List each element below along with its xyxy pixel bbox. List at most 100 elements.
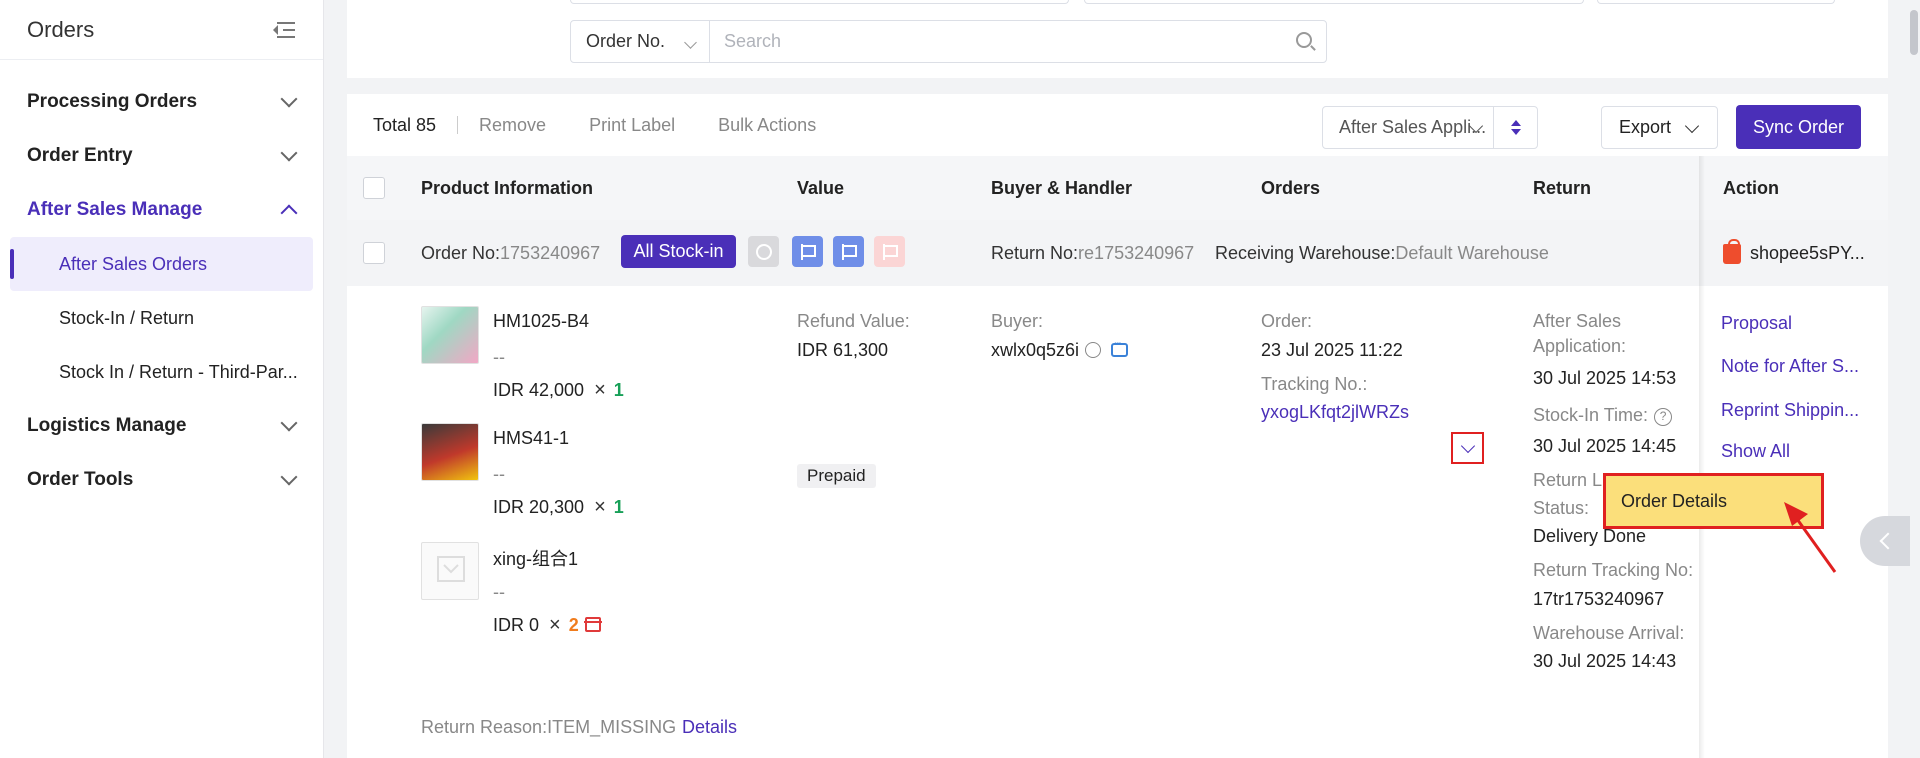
filter-field-stub[interactable] — [570, 0, 1069, 4]
side-panel-toggle[interactable] — [1860, 516, 1910, 566]
chevron-down-icon — [1684, 118, 1700, 134]
sort-desc-icon — [1510, 129, 1521, 135]
chevron-left-icon — [1879, 532, 1897, 550]
product-image[interactable] — [421, 423, 479, 481]
search-box[interactable] — [709, 20, 1327, 63]
filter-panel: Order No. — [347, 0, 1888, 78]
product-sku: HM1025-B4 — [493, 311, 590, 331]
sidebar-item-order-tools[interactable]: Order Tools — [0, 453, 323, 507]
flag-icon[interactable] — [833, 236, 864, 267]
buyer-name: xwlx0q5z6i — [991, 339, 1129, 361]
column-header-return: Return — [1533, 178, 1591, 198]
shopee-icon — [1723, 239, 1741, 264]
column-header-orders: Orders — [1261, 178, 1321, 198]
flag-icon[interactable] — [874, 236, 905, 267]
order-time: 23 Jul 2025 11:22 — [1261, 340, 1403, 360]
sidebar: Orders Processing Orders Order Entry Aft… — [0, 0, 324, 758]
select-all-checkbox[interactable] — [363, 177, 385, 199]
return-reason-details-link[interactable]: Details — [682, 717, 737, 738]
shop-name: shopee5sPY... — [1750, 243, 1865, 263]
stock-in-label: Stock-In Time:? — [1533, 405, 1673, 426]
chevron-down-icon — [1460, 438, 1475, 453]
sidebar-item-order-entry[interactable]: Order Entry — [0, 129, 323, 183]
action-column-header: Action — [1705, 156, 1888, 220]
chat-icon[interactable] — [1111, 339, 1129, 357]
sidebar-subitem-label: After Sales Orders — [59, 253, 208, 274]
refund-value: IDR 61,300 — [797, 340, 889, 360]
table-header: Product Information Value Buyer & Handle… — [347, 156, 1888, 220]
search-field-select[interactable]: Order No. — [570, 20, 710, 63]
print-label-button[interactable]: Print Label — [589, 115, 675, 136]
gift-icon — [583, 617, 602, 632]
sidebar-item-processing-orders[interactable]: Processing Orders — [0, 75, 323, 129]
help-icon[interactable]: ? — [1654, 408, 1673, 426]
search-icon[interactable] — [1296, 32, 1312, 48]
order-number: Order No:1753240967 — [421, 243, 601, 263]
scrollbar[interactable] — [1910, 10, 1918, 55]
tracking-label: Tracking No.: — [1261, 374, 1368, 394]
chevron-down-icon — [280, 144, 298, 162]
sync-order-button[interactable]: Sync Order — [1736, 105, 1861, 149]
sidebar-item-label: Order Entry — [27, 145, 133, 166]
buyer-profile-icon[interactable] — [1085, 342, 1102, 358]
sidebar-subitem-stock-in-return[interactable]: Stock-In / Return — [10, 291, 313, 345]
bulk-actions-button[interactable]: Bulk Actions — [718, 115, 816, 136]
show-all-toggle[interactable] — [1451, 432, 1484, 464]
sidebar-subitem-after-sales-orders[interactable]: After Sales Orders — [10, 237, 313, 291]
show-all-link[interactable]: Show All — [1721, 441, 1790, 462]
buyer-label: Buyer: — [991, 311, 1044, 331]
return-number: Return No:re1753240967 — [991, 243, 1195, 263]
return-logistics-status: Delivery Done — [1533, 526, 1647, 546]
toolbar-divider — [457, 116, 459, 134]
annotation-arrow-icon — [1784, 502, 1837, 573]
product-sku: xing-组合1 — [493, 549, 579, 569]
sidebar-title: Orders — [27, 16, 95, 42]
column-header-product: Product Information — [421, 178, 593, 198]
stock-in-time: 30 Jul 2025 14:45 — [1533, 436, 1677, 456]
row-checkbox[interactable] — [363, 242, 385, 264]
product-no-image-placeholder[interactable] — [421, 542, 479, 600]
return-logistics-label: Status: — [1533, 498, 1590, 518]
sort-order-toggle[interactable] — [1493, 107, 1537, 148]
sort-asc-icon — [1510, 120, 1521, 126]
note-for-after-sales-link[interactable]: Note for After S... — [1721, 356, 1859, 377]
filter-field-stub[interactable] — [1597, 0, 1835, 4]
product-variant: -- — [493, 347, 505, 367]
stock-status-badge: All Stock-in — [621, 235, 736, 268]
chevron-down-icon — [280, 90, 298, 108]
search-input[interactable] — [724, 31, 1264, 52]
return-tracking-number: 17tr1753240967 — [1533, 589, 1665, 609]
return-logistics-label: Return L — [1533, 470, 1603, 490]
sidebar-item-label: After Sales Manage — [27, 199, 203, 220]
chevron-up-icon — [280, 204, 298, 222]
export-button[interactable]: Export — [1601, 106, 1718, 149]
product-price-qty: IDR 0 × 2 — [493, 614, 602, 637]
column-header-buyer: Buyer & Handler — [991, 178, 1133, 198]
reprint-shipping-link[interactable]: Reprint Shippin... — [1721, 400, 1859, 421]
order-group-header: Order No:1753240967 All Stock-in Return … — [347, 220, 1888, 286]
sidebar-subitem-label: Stock In / Return - Third-Par... — [59, 361, 298, 382]
sort-select[interactable]: After Sales Appli... — [1322, 106, 1538, 149]
warehouse-arrival-time: 30 Jul 2025 14:43 — [1533, 651, 1677, 671]
product-sku: HMS41-1 — [493, 428, 570, 448]
search-field-select-value: Order No. — [586, 31, 666, 51]
filter-field-stub[interactable] — [1084, 0, 1584, 4]
tracking-number-link[interactable]: yxogLKfqt2jlWRZs — [1261, 402, 1409, 423]
product-variant: -- — [493, 464, 505, 484]
flag-icon[interactable] — [792, 236, 823, 267]
after-sales-time: 30 Jul 2025 14:53 — [1533, 368, 1677, 388]
collapse-menu-icon[interactable] — [273, 21, 295, 39]
product-price-qty: IDR 20,300 × 1 — [493, 496, 624, 518]
sidebar-item-after-sales-manage[interactable]: After Sales Manage — [0, 183, 323, 237]
action-column-order-row: shopee5sPY... — [1705, 220, 1888, 286]
remove-button[interactable]: Remove — [479, 115, 546, 136]
sidebar-item-label: Order Tools — [27, 469, 134, 490]
sync-status-icon[interactable] — [748, 236, 779, 267]
proposal-link[interactable]: Proposal — [1721, 313, 1792, 334]
sidebar-subitem-stock-in-third-party[interactable]: Stock In / Return - Third-Par... — [10, 345, 313, 399]
payment-tag: Prepaid — [797, 464, 876, 488]
chevron-down-icon — [684, 36, 697, 49]
sidebar-header: Orders — [0, 0, 323, 60]
sidebar-item-logistics-manage[interactable]: Logistics Manage — [0, 399, 323, 453]
product-image[interactable] — [421, 306, 479, 364]
